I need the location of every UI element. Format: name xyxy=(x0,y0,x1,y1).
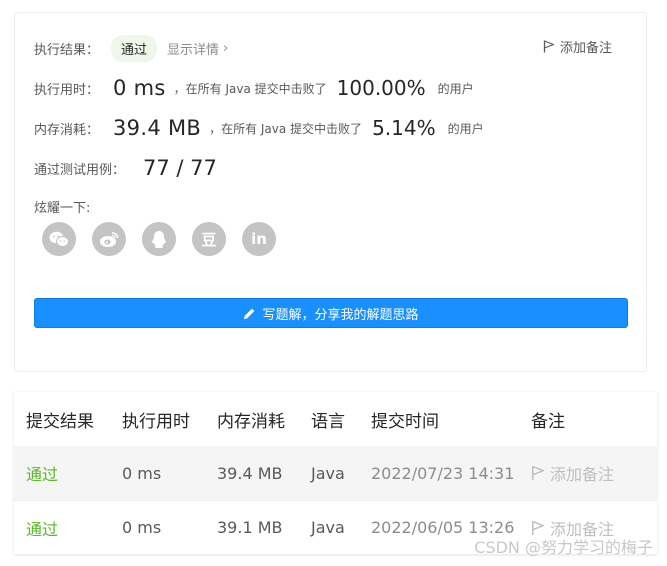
row-status-link[interactable]: 通过 xyxy=(26,516,58,540)
row-memory: 39.1 MB xyxy=(217,518,283,537)
row-language: Java xyxy=(311,463,345,483)
memory-label: 内存消耗： xyxy=(34,122,100,138)
memory-percent: 5.14% xyxy=(372,116,436,140)
header-status: 提交结果 xyxy=(26,411,94,432)
result-row: 执行结果： 通过 显示详情 › xyxy=(34,35,228,62)
wechat-glyph xyxy=(49,231,69,247)
weibo-glyph xyxy=(100,231,119,247)
qq-glyph xyxy=(152,230,166,248)
header-submit-time: 提交时间 xyxy=(371,411,439,432)
row-runtime: 0 ms xyxy=(122,463,162,483)
flag-icon xyxy=(543,40,555,53)
header-runtime: 执行用时 xyxy=(122,411,190,432)
runtime-suffix: 的用户 xyxy=(437,81,474,96)
runtime-row: 执行用时： 0 ms ，在所有 Java 提交中击败了 100.00% 的用户 xyxy=(34,76,474,100)
submissions-table: 提交结果 执行用时 内存消耗 语言 提交时间 备注 通过 0 ms 39.4 M… xyxy=(14,392,657,554)
row-submit-time: 2022/07/23 14:31 xyxy=(371,463,515,483)
testcases-value: 77 / 77 xyxy=(143,156,217,180)
memory-value: 39.4 MB xyxy=(113,116,202,140)
qq-icon[interactable] xyxy=(142,222,176,256)
show-details-label: 显示详情 xyxy=(167,43,220,58)
write-solution-label: 写题解，分享我的解题思路 xyxy=(262,307,419,323)
header-note: 备注 xyxy=(531,411,565,432)
flag-icon xyxy=(531,465,544,480)
add-note-button[interactable]: 添加备注 xyxy=(543,37,612,56)
testcases-row: 通过测试用例： 77 / 77 xyxy=(34,156,217,180)
memory-suffix: 的用户 xyxy=(447,121,484,136)
runtime-beat-text: ，在所有 Java 提交中击败了 xyxy=(173,81,327,96)
watermark: CSDN @努力学习的梅子 xyxy=(474,538,653,557)
runtime-percent: 100.00% xyxy=(336,76,426,100)
row-add-note-button[interactable]: 添加备注 xyxy=(531,461,614,485)
row-memory: 39.4 MB xyxy=(217,463,283,483)
write-solution-button[interactable]: 写题解，分享我的解题思路 xyxy=(34,298,628,328)
row-language: Java xyxy=(311,518,345,537)
douban-glyph: 豆 xyxy=(201,230,217,249)
share-row: 炫耀一下: xyxy=(34,197,90,216)
result-label: 执行结果： xyxy=(34,43,100,58)
row-runtime: 0 ms xyxy=(122,518,162,537)
table-row[interactable]: 通过 0 ms 39.4 MB Java 2022/07/23 14:31 添加… xyxy=(14,446,657,500)
linkedin-glyph: in xyxy=(251,230,267,248)
wechat-icon[interactable] xyxy=(42,222,76,256)
share-icons: 豆 in xyxy=(42,222,276,256)
header-memory: 内存消耗 xyxy=(217,411,285,432)
runtime-label: 执行用时： xyxy=(34,82,100,98)
table-header: 提交结果 执行用时 内存消耗 语言 提交时间 备注 xyxy=(14,392,657,446)
pencil-icon xyxy=(244,308,255,319)
add-note-label: 添加备注 xyxy=(559,41,612,56)
memory-beat-text: ，在所有 Java 提交中击败了 xyxy=(209,121,363,136)
linkedin-icon[interactable]: in xyxy=(242,222,276,256)
testcases-label: 通过测试用例： xyxy=(34,162,126,178)
header-language: 语言 xyxy=(311,411,345,432)
chevron-right-icon: › xyxy=(223,41,229,56)
row-status-link[interactable]: 通过 xyxy=(26,461,58,485)
submission-result-card: 执行结果： 通过 显示详情 › 添加备注 执行用时： 0 ms ，在所有 Jav… xyxy=(14,12,647,372)
row-add-note-label: 添加备注 xyxy=(550,465,615,484)
runtime-value: 0 ms xyxy=(113,76,166,100)
show-details-link[interactable]: 显示详情 › xyxy=(167,39,228,58)
memory-row: 内存消耗： 39.4 MB ，在所有 Java 提交中击败了 5.14% 的用户 xyxy=(34,116,484,140)
weibo-icon[interactable] xyxy=(92,222,126,256)
status-badge: 通过 xyxy=(111,35,158,62)
douban-icon[interactable]: 豆 xyxy=(192,222,226,256)
share-label: 炫耀一下: xyxy=(34,201,91,216)
